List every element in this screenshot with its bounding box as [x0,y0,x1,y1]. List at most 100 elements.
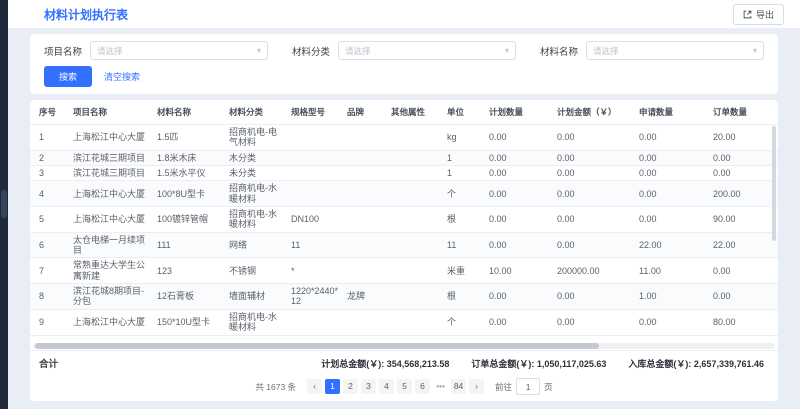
pagination-total-count: 共 1673 条 [255,381,296,393]
table-cell: 0.00 [485,125,553,151]
table-cell [287,150,343,165]
table-cell: 2 [30,150,69,165]
table-scroll-area: 序号项目名称材料名称材料分类规格型号品牌其他属性单位计划数量计划金额（￥）申请数… [30,100,778,342]
page-button-1[interactable]: 1 [325,379,340,394]
column-header: 订单金额（￥） [777,100,778,125]
pagination: 共 1673 条 ‹ 123456•••84 › 前往 页 [30,375,778,401]
table-cell [287,309,343,335]
table-cell: 10772.10 [777,207,778,233]
collapsed-sidebar [0,0,8,409]
table-cell: 22.00 [709,232,777,258]
table-cell: 0.00 [635,181,709,207]
table-cell: 滨江花城8期项目-分包 [69,284,153,310]
table-cell: 1.5匹 [153,125,225,151]
table-cell [387,232,443,258]
table-cell: 150*10U型卡 [153,309,225,335]
sidebar-expand-handle[interactable] [1,190,7,218]
table-cell: 22.00 [635,232,709,258]
filter-placeholder: 请选择 [97,45,123,57]
table-cell: 1188.00 [777,232,778,258]
table-cell [387,181,443,207]
filter-select-3[interactable]: 请选择▾ [586,41,764,60]
summary-items: 计划总金额(￥): 354,568,213.58 订单总金额(￥): 1,050,… [321,357,764,370]
table-cell [287,125,343,151]
table-cell: 招商机电-电气材料 [225,125,287,151]
table-header-row: 序号项目名称材料名称材料分类规格型号品牌其他属性单位计划数量计划金额（￥）申请数… [30,100,778,125]
table-cell: 墙面辅材 [225,284,287,310]
goto-page-input[interactable] [516,378,540,395]
summary-item: 计划总金额(￥): 354,568,213.58 [321,357,449,370]
table-cell: 200.00 [709,181,777,207]
table-row: 3滨江花城三期项目1.5米水平仪未分类10.000.000.000.000.00 [30,166,778,181]
table-cell: 100*8U型卡 [153,181,225,207]
table-cell: 130.00 [777,125,778,151]
table-cell: 0.00 [553,166,635,181]
table-cell: 米重 [443,258,485,284]
next-page-button[interactable]: › [469,379,484,394]
filter-placeholder: 请选择 [593,45,619,57]
filter-actions: 搜索 清空搜索 [44,66,764,87]
page-button-6[interactable]: 6 [415,379,430,394]
table-cell: 招商机电-水暖材料 [225,207,287,233]
summary-item-value: 2,657,339,761.46 [694,359,764,369]
prev-page-button[interactable]: ‹ [307,379,322,394]
search-button[interactable]: 搜索 [44,66,92,87]
table-cell: 111 [153,232,225,258]
filter-row: 项目名称请选择▾材料分类请选择▾材料名称请选择▾ [44,41,764,60]
column-header: 申请数量 [635,100,709,125]
filter-select-1[interactable]: 请选择▾ [90,41,268,60]
table-cell: 5 [30,207,69,233]
table-cell: 0.00 [553,284,635,310]
table-row: 6太仓电梯一月续项目111网络11110.000.0022.0022.00118… [30,232,778,258]
page-button-4[interactable]: 4 [379,379,394,394]
table-cell: * [287,258,343,284]
filter-group: 材料名称请选择▾ [540,41,764,60]
table-cell: DN100 [287,207,343,233]
table-cell: 1.8米木床 [153,150,225,165]
table-cell: kg [443,125,485,151]
table-cell: 0.00 [635,150,709,165]
table-cell: 0.00 [553,207,635,233]
summary-item-value: 354,568,213.58 [387,359,450,369]
table-cell [287,166,343,181]
table-cell: 80.00 [709,309,777,335]
main-area: 材料计划执行表 导出 项目名称请选择▾材料分类请选择▾材料名称请选择▾ 搜索 清… [8,0,800,409]
table-cell: 0.00 [485,284,553,310]
column-header: 其他属性 [387,100,443,125]
filter-group: 材料分类请选择▾ [292,41,516,60]
table-cell: 招商机电-水暖材料 [225,309,287,335]
page-button-2[interactable]: 2 [343,379,358,394]
table-cell: 网络 [225,232,287,258]
summary-item: 订单总金额(￥): 1,050,117,025.63 [471,357,606,370]
vertical-scrollbar[interactable] [772,126,776,241]
export-icon [743,10,752,19]
export-button[interactable]: 导出 [733,4,784,25]
summary-row: 合计 计划总金额(￥): 354,568,213.58 订单总金额(￥): 1,0… [30,350,778,375]
table-cell: 0.00 [709,258,777,284]
summary-total-label: 合计 [39,356,58,370]
table-cell: 常熟重达大学生公寓新建 [69,258,153,284]
table-row: 2滨江花城三期项目1.8米木床木分类10.000.000.000.000.00 [30,150,778,165]
filter-select-2[interactable]: 请选择▾ [338,41,516,60]
table-row: 1上海松江中心大厦1.5匹招商机电-电气材料kg0.000.000.0020.0… [30,125,778,151]
table-cell: 1.00 [635,284,709,310]
more-pages-button[interactable]: ••• [433,379,448,394]
table-cell: 0.00 [553,150,635,165]
table-cell: 123 [153,258,225,284]
export-button-label: 导出 [756,8,774,21]
table-cell: 1 [443,150,485,165]
page-button-5[interactable]: 5 [397,379,412,394]
page-button-3[interactable]: 3 [361,379,376,394]
table-row: 7常熟重达大学生公寓新建123不锈钢*米重10.00200000.0011.00… [30,258,778,284]
table-cell: 20.00 [709,125,777,151]
horizontal-scrollbar[interactable] [33,343,775,349]
table-cell [343,166,387,181]
table-cell: 0.00 [485,207,553,233]
table-cell: 0.00 [553,181,635,207]
clear-search-button[interactable]: 清空搜索 [104,70,140,83]
table-panel: 序号项目名称材料名称材料分类规格型号品牌其他属性单位计划数量计划金额（￥）申请数… [30,100,778,401]
horizontal-scrollbar-thumb[interactable] [35,343,599,349]
table-cell [343,258,387,284]
page-button-84[interactable]: 84 [451,379,466,394]
column-header: 品牌 [343,100,387,125]
